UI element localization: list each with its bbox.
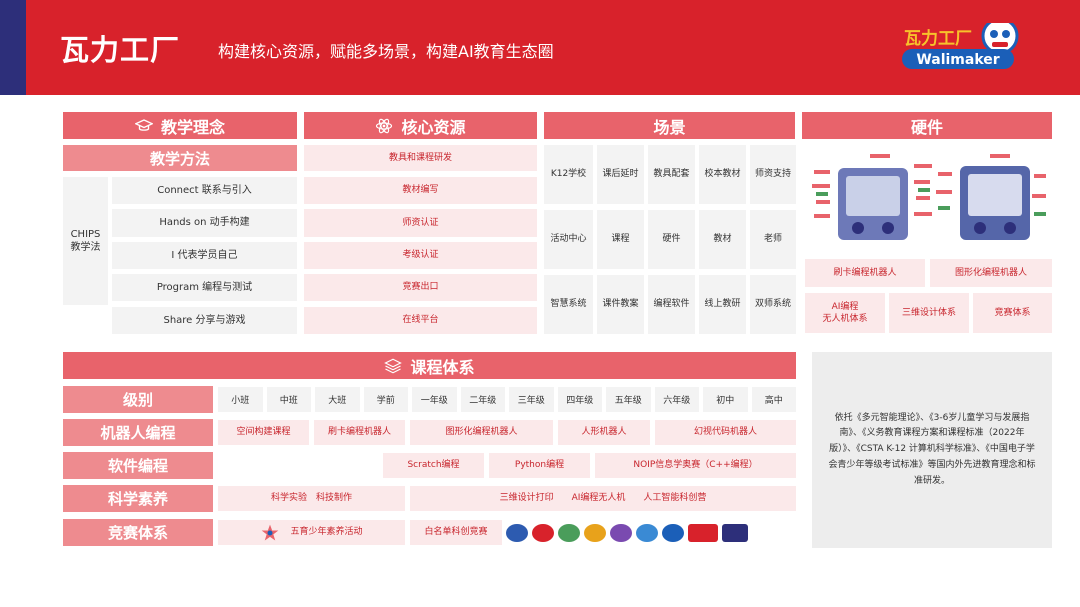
competition-logo-icon (610, 524, 632, 542)
scene-cell: 课程 (597, 210, 644, 269)
level-cell: 大班 (315, 387, 360, 412)
resource-item: 教具和课程研发 (304, 145, 537, 171)
layers-icon (384, 358, 403, 373)
slogan: 构建核心资源，赋能多场景，构建AI教育生态圈 (218, 42, 554, 61)
level-cell: 六年级 (654, 387, 699, 412)
graduation-cap-icon (134, 118, 153, 131)
method-subheader: 教学方法 (63, 145, 297, 171)
curriculum-title: 课程体系 (410, 357, 475, 377)
svg-text:Walimaker: Walimaker (916, 52, 999, 68)
science-course: 三维设计打印 AI编程无人机 人工智能科创营 (410, 486, 796, 511)
competition-item: 白名单科创竞赛 (410, 520, 502, 545)
hardware-header: 硬件 (802, 112, 1052, 139)
standards-note: 依托《多元智能理论》、《3-6岁儿童学习与发展指南》、《义务教育课程方案和课程标… (812, 352, 1052, 548)
resource-item: 师资认证 (304, 209, 537, 237)
standards-note-text: 依托《多元智能理论》、《3-6岁儿童学习与发展指南》、《义务教育课程方案和课程标… (828, 412, 1036, 486)
robot-course: 刷卡编程机器人 (314, 420, 405, 445)
software-programming-label: 软件编程 (63, 452, 213, 479)
philosophy-title: 教学理念 (160, 117, 225, 137)
scene-cell: 线上教研 (699, 275, 746, 334)
level-cell: 五年级 (606, 387, 651, 412)
method-item: Program 编程与测试 (112, 274, 297, 301)
science-course: 科学实验 科技制作 (218, 486, 405, 511)
star-emblem-icon (262, 524, 279, 540)
hardware-item: 三维设计体系 (889, 293, 969, 333)
scene-cell: 教具配套 (648, 145, 695, 204)
resource-item: 竞赛出口 (304, 274, 537, 301)
scene-cell: 活动中心 (544, 210, 593, 269)
robot-programming-label: 机器人编程 (63, 419, 213, 446)
hardware-item: 刷卡编程机器人 (805, 259, 925, 287)
robot-hardware-image (810, 150, 1048, 252)
scenes-header: 场景 (544, 112, 795, 139)
hardware-title: 硬件 (910, 117, 943, 137)
resources-title: 核心资源 (401, 117, 466, 137)
scene-cell: 硬件 (648, 210, 695, 269)
software-course: Scratch编程 (383, 453, 484, 478)
scene-cell: 课后延时 (597, 145, 644, 204)
scene-cell: 双师系统 (750, 275, 796, 334)
header-accent (0, 0, 26, 95)
level-cell: 高中 (751, 387, 796, 412)
competition-logo-icon (584, 524, 606, 542)
software-course: Python编程 (489, 453, 590, 478)
resource-item: 教材编写 (304, 177, 537, 204)
robot-course: 幻视代码机器人 (655, 420, 796, 445)
scene-cell: 老师 (750, 210, 796, 269)
philosophy-header: 教学理念 (63, 112, 297, 139)
competition-logo-icon (558, 524, 580, 542)
competition-item: 五育少年素养活动 (218, 520, 405, 545)
competition-logo-icon (532, 524, 554, 542)
method-item: I 代表学员自己 (112, 242, 297, 269)
method-item: Share 分享与游戏 (112, 307, 297, 334)
svg-text:瓦力工厂: 瓦力工厂 (904, 28, 972, 49)
method-item: Hands on 动手构建 (112, 209, 297, 237)
hardware-item: 图形化编程机器人 (930, 259, 1052, 287)
scene-cell: 编程软件 (648, 275, 695, 334)
hardware-item: 竞赛体系 (973, 293, 1052, 333)
level-cell: 二年级 (460, 387, 505, 412)
scene-cell: 课件教案 (597, 275, 644, 334)
scene-cell: K12学校 (544, 145, 593, 204)
levels-label: 级别 (63, 386, 213, 413)
scene-cell: 教材 (699, 210, 746, 269)
resources-header: 核心资源 (304, 112, 537, 139)
competition-logo-icon (506, 524, 528, 542)
competition-logo-icon (662, 524, 684, 542)
method-item: Connect 联系与引入 (112, 177, 297, 204)
atom-icon (376, 118, 393, 133)
hardware-item: AI编程 无人机体系 (805, 293, 885, 333)
science-literacy-label: 科学素养 (63, 485, 213, 512)
software-course: NOIP信息学奥赛（C++编程） (595, 453, 796, 478)
competition-item-label: 五育少年素养活动 (290, 527, 363, 538)
level-cell: 中班 (266, 387, 311, 412)
resource-item: 考级认证 (304, 242, 537, 269)
competition-logo-icon (688, 524, 718, 542)
chips-method-label: CHIPS 教学法 (63, 177, 108, 305)
competition-logo-icon (722, 524, 748, 542)
walimaker-logo: 瓦力工厂 Walimaker (902, 14, 1024, 72)
scenes-title: 场景 (653, 117, 686, 137)
level-cell: 一年级 (412, 387, 457, 412)
scene-cell: 师资支持 (750, 145, 796, 204)
level-cell: 四年级 (557, 387, 602, 412)
resource-item: 在线平台 (304, 307, 537, 334)
robot-course: 空间构建课程 (218, 420, 309, 445)
level-cell: 小班 (218, 387, 263, 412)
competition-label: 竞赛体系 (63, 519, 213, 546)
robot-course: 图形化编程机器人 (410, 420, 553, 445)
curriculum-header: 课程体系 (63, 352, 796, 379)
scene-cell: 智慧系统 (544, 275, 593, 334)
level-cell: 学前 (363, 387, 408, 412)
scene-cell: 校本教材 (699, 145, 746, 204)
brand-title: 瓦力工厂 (60, 33, 181, 67)
level-cell: 初中 (703, 387, 748, 412)
competition-logo-icon (636, 524, 658, 542)
robot-course: 人形机器人 (558, 420, 650, 445)
competition-logos (506, 521, 796, 545)
level-cell: 三年级 (509, 387, 554, 412)
